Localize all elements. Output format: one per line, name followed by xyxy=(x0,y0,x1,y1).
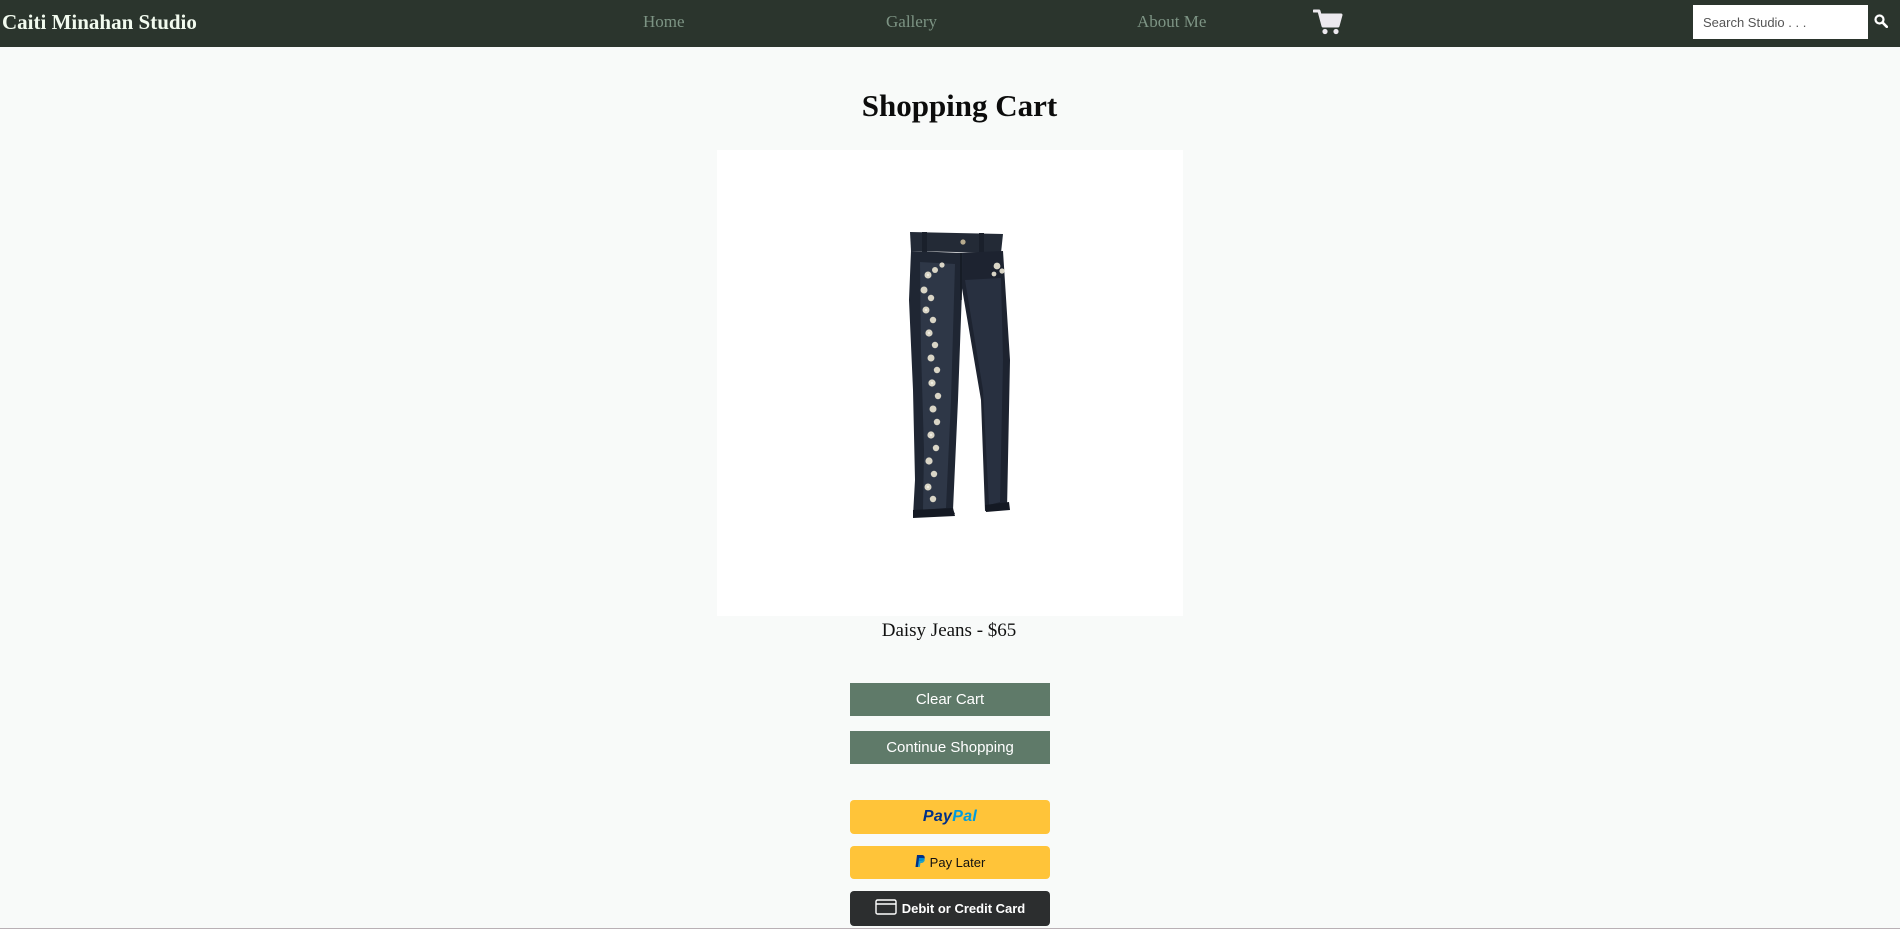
credit-card-icon xyxy=(875,899,897,918)
paypal-logo-pay: Pay xyxy=(922,808,953,825)
clear-cart-button[interactable]: Clear Cart xyxy=(850,683,1050,716)
shopping-cart-icon[interactable] xyxy=(1312,9,1343,35)
nav-link-gallery[interactable]: Gallery xyxy=(886,12,937,32)
page-title: Shopping Cart xyxy=(861,88,1058,123)
pay-later-label: Pay Later xyxy=(929,855,986,870)
nav-link-about-me[interactable]: About Me xyxy=(1137,12,1206,32)
search-input[interactable] xyxy=(1693,5,1868,39)
debit-credit-card-button[interactable]: Debit or Credit Card xyxy=(850,891,1050,926)
continue-shopping-button[interactable]: Continue Shopping xyxy=(850,731,1050,764)
nav-link-home[interactable]: Home xyxy=(643,12,685,32)
product-image xyxy=(717,150,1183,616)
paypal-logo-pal: Pal xyxy=(952,808,978,825)
top-navbar: Caiti Minahan Studio Home Gallery About … xyxy=(0,0,1900,47)
brand-logo-text[interactable]: Caiti Minahan Studio xyxy=(2,10,197,35)
paypal-logo: PayPal xyxy=(923,808,977,826)
card-button-label: Debit or Credit Card xyxy=(901,901,1026,916)
paypal-button[interactable]: PayPal xyxy=(850,800,1050,834)
product-caption: Daisy Jeans - $65 xyxy=(881,620,1017,641)
pay-later-button[interactable]: Pay Later xyxy=(850,846,1050,879)
continue-shopping-label: Continue Shopping xyxy=(886,739,1014,756)
paypal-p-icon xyxy=(915,854,926,871)
search-icon[interactable] xyxy=(1874,14,1889,29)
clear-cart-label: Clear Cart xyxy=(915,691,985,708)
